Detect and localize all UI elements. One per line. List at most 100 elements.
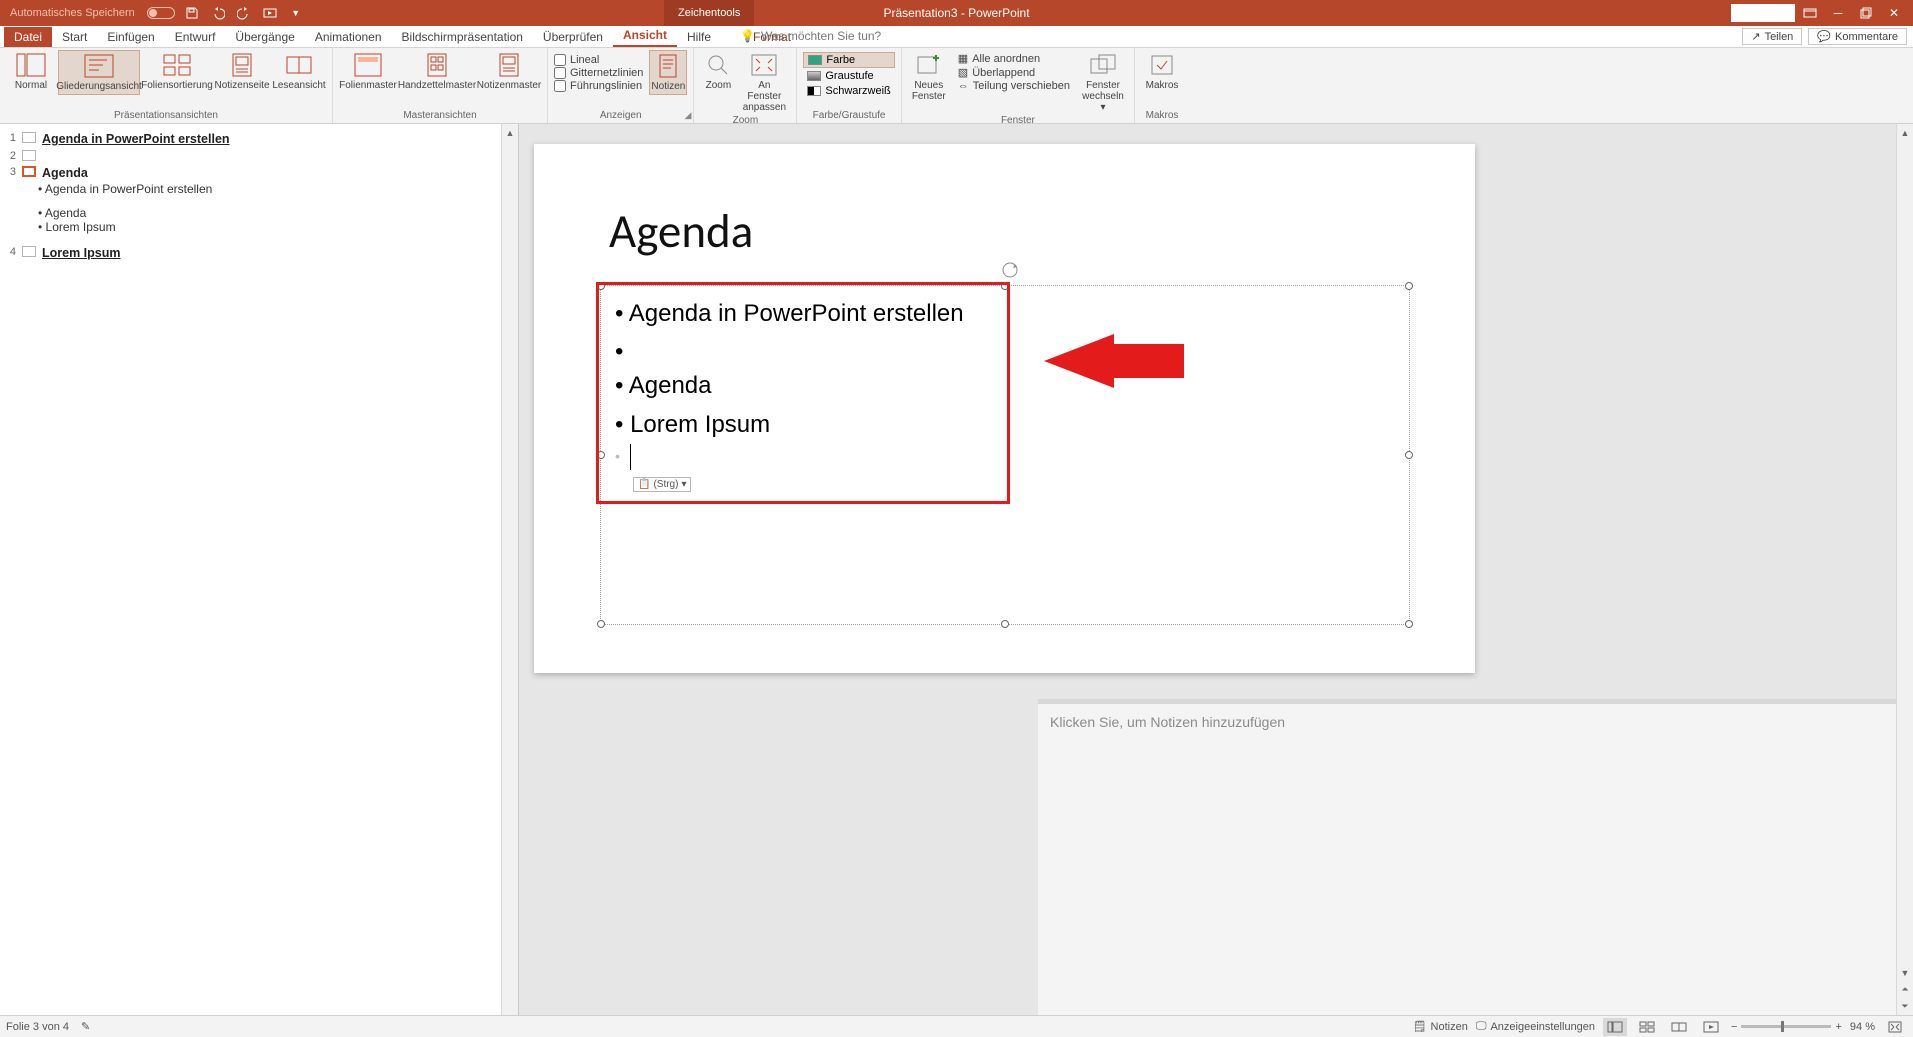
scroll-up-icon[interactable]: ▲ xyxy=(1897,124,1913,141)
color-mode-button[interactable]: Farbe xyxy=(803,52,894,68)
next-slide-icon[interactable]: ⏷ xyxy=(1897,998,1913,1015)
comments-button[interactable]: 💬Kommentare xyxy=(1808,28,1907,45)
outline-slide-3[interactable]: 3 Agenda xyxy=(8,164,510,182)
sorter-view-icon[interactable] xyxy=(1635,1018,1659,1036)
slide-scrollbar[interactable]: ▲ ▼ ⏶ ⏷ xyxy=(1896,124,1913,1015)
switch-window-button[interactable]: Fenster wechseln ▾ xyxy=(1078,50,1128,115)
autosave-toggle[interactable] xyxy=(147,7,175,19)
view-notespage-button[interactable]: Notizenseite xyxy=(214,50,270,95)
move-split-button[interactable]: ⇔Teilung verschieben xyxy=(958,80,1070,92)
paste-options-button[interactable]: 📋 (Strg) ▾ xyxy=(633,477,691,492)
outline-slide-4[interactable]: 4 Lorem Ipsum xyxy=(8,244,510,262)
slide-area[interactable]: Agenda Agenda in PowerPoint erstellen Ag… xyxy=(519,124,1913,1015)
outline-scrollbar[interactable]: ▲ xyxy=(501,124,518,1015)
undo-icon[interactable] xyxy=(209,4,227,22)
view-sorter-button[interactable]: Foliensortierung xyxy=(142,50,212,95)
list-item[interactable]: Lorem Ipsum xyxy=(615,406,964,444)
maximize-icon[interactable] xyxy=(1853,1,1879,25)
tab-animations[interactable]: Animationen xyxy=(305,27,392,47)
new-window-button[interactable]: Neues Fenster xyxy=(908,50,950,115)
notes-status-button[interactable]: 🗒Notizen xyxy=(1413,1020,1468,1033)
scroll-down-icon[interactable]: ▼ xyxy=(1897,964,1913,981)
content-list[interactable]: Agenda in PowerPoint erstellen Agenda Lo… xyxy=(615,295,964,470)
fit-zoom-icon[interactable] xyxy=(1883,1018,1907,1036)
tab-file[interactable]: Datei xyxy=(4,27,52,47)
notes-placeholder[interactable]: Klicken Sie, um Notizen hinzuzufügen xyxy=(1038,704,1896,740)
start-from-beginning-icon[interactable] xyxy=(261,4,279,22)
view-sorter-label: Foliensortierung xyxy=(141,80,213,91)
outline-slide-2[interactable]: 2 xyxy=(8,148,510,164)
gray-mode-button[interactable]: Graustufe xyxy=(803,69,894,83)
redo-icon[interactable] xyxy=(235,4,253,22)
ribbon-display-icon[interactable] xyxy=(1797,1,1823,25)
slide-canvas[interactable]: Agenda Agenda in PowerPoint erstellen Ag… xyxy=(534,144,1475,673)
view-normal-button[interactable]: Normal xyxy=(6,50,56,95)
zoom-slider[interactable]: − + xyxy=(1731,1021,1842,1033)
reading-view-icon[interactable] xyxy=(1667,1018,1691,1036)
spellcheck-icon[interactable]: ✎ xyxy=(81,1020,90,1033)
arrange-all-button[interactable]: ▦Alle anordnen xyxy=(958,52,1070,65)
prev-slide-icon[interactable]: ⏶ xyxy=(1897,981,1913,998)
list-item[interactable]: Agenda in PowerPoint erstellen xyxy=(615,295,964,333)
tab-view[interactable]: Ansicht xyxy=(613,25,677,47)
notes-toggle-button[interactable]: Notizen xyxy=(649,50,687,95)
tab-transitions[interactable]: Übergänge xyxy=(225,27,304,47)
scroll-up-icon[interactable]: ▲ xyxy=(502,124,518,141)
qat-more-icon[interactable]: ▼ xyxy=(287,4,305,22)
dialog-launcher-show[interactable]: ◢ xyxy=(684,110,691,121)
outline-bullet[interactable]: • Agenda xyxy=(8,206,510,220)
tell-me[interactable]: 💡 Was möchten Sie tun? xyxy=(740,29,881,43)
outline-pane[interactable]: 1 Agenda in PowerPoint erstellen 2 3 Age… xyxy=(0,124,519,1015)
close-icon[interactable]: ✕ xyxy=(1881,1,1907,25)
gridlines-checkbox[interactable]: Gitternetzlinien xyxy=(554,67,643,79)
tab-help[interactable]: Hilfe xyxy=(677,27,721,47)
resize-handle[interactable] xyxy=(1001,620,1009,628)
title-search-input[interactable] xyxy=(1731,4,1795,22)
bw-mode-button[interactable]: Schwarzweiß xyxy=(803,84,894,98)
list-item-empty[interactable] xyxy=(615,444,964,470)
minimize-icon[interactable]: ─ xyxy=(1825,1,1851,25)
outline-bullet[interactable]: • Lorem Ipsum xyxy=(8,220,510,234)
list-item[interactable]: Agenda xyxy=(615,367,964,405)
zoom-button[interactable]: Zoom xyxy=(700,50,736,115)
slide-title[interactable]: Lorem Ipsum xyxy=(42,246,121,260)
cascade-button[interactable]: ▧Überlappend xyxy=(958,66,1070,79)
zoom-track[interactable] xyxy=(1741,1025,1831,1028)
rotate-handle-icon[interactable] xyxy=(1000,260,1020,280)
tab-slideshow[interactable]: Bildschirmpräsentation xyxy=(392,27,533,47)
tab-review[interactable]: Überprüfen xyxy=(533,27,613,47)
tab-design[interactable]: Entwurf xyxy=(165,27,226,47)
zoom-out-icon[interactable]: − xyxy=(1731,1021,1737,1033)
resize-handle[interactable] xyxy=(1405,620,1413,628)
slide-counter[interactable]: Folie 3 von 4 xyxy=(6,1021,69,1033)
slide-title[interactable]: Agenda in PowerPoint erstellen xyxy=(42,132,230,146)
guides-checkbox[interactable]: Führungslinien xyxy=(554,80,643,92)
outline-bullet[interactable]: • Agenda in PowerPoint erstellen xyxy=(8,182,510,196)
resize-handle[interactable] xyxy=(597,620,605,628)
macros-button[interactable]: Makros xyxy=(1141,50,1183,93)
fit-window-button[interactable]: An Fenster anpassen xyxy=(738,50,790,115)
slide-title-text[interactable]: Agenda xyxy=(609,202,753,260)
slide-master-button[interactable]: Folienmaster xyxy=(339,50,397,93)
notes-master-button[interactable]: Notizenmaster xyxy=(477,50,541,93)
slide-title[interactable]: Agenda xyxy=(42,166,88,180)
zoom-level[interactable]: 94 % xyxy=(1850,1021,1875,1033)
outline-slide-1[interactable]: 1 Agenda in PowerPoint erstellen xyxy=(8,130,510,148)
notes-pane[interactable]: Klicken Sie, um Notizen hinzuzufügen xyxy=(1038,704,1896,1015)
resize-handle[interactable] xyxy=(1405,282,1413,290)
slideshow-view-icon[interactable] xyxy=(1699,1018,1723,1036)
zoom-in-icon[interactable]: + xyxy=(1835,1021,1841,1033)
view-reading-button[interactable]: Leseansicht xyxy=(272,50,326,95)
view-outline-button[interactable]: Gliederungsansicht xyxy=(58,50,140,95)
resize-handle[interactable] xyxy=(1405,451,1413,459)
normal-view-icon[interactable] xyxy=(1603,1018,1627,1036)
ruler-checkbox[interactable]: Lineal xyxy=(554,54,643,66)
display-settings-button[interactable]: 🖵Anzeigeeinstellungen xyxy=(1476,1020,1595,1033)
handout-master-button[interactable]: Handzettelmaster xyxy=(399,50,475,93)
tab-insert[interactable]: Einfügen xyxy=(97,27,164,47)
save-icon[interactable] xyxy=(183,4,201,22)
share-button[interactable]: ↗Teilen xyxy=(1742,28,1802,45)
gray-swatch-icon xyxy=(807,71,821,81)
tab-start[interactable]: Start xyxy=(52,27,97,47)
slide-thumb-icon xyxy=(22,246,36,257)
